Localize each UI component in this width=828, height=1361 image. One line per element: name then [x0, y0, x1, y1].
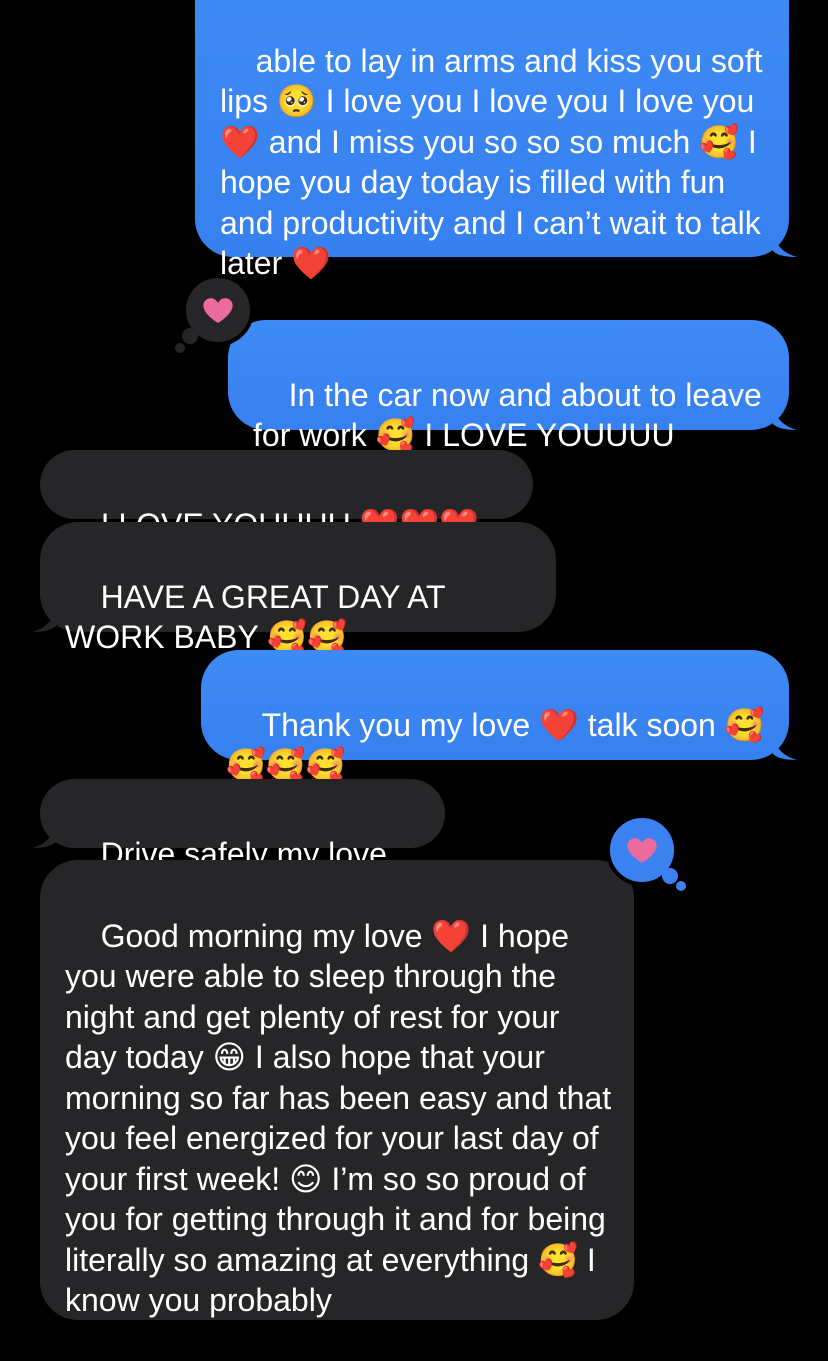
message-bubble-received[interactable]: I LOVE YOUUUU ❤️❤️❤️❤️	[40, 450, 533, 583]
message-text: HAVE A GREAT DAY AT WORK BABY 🥰🥰	[65, 578, 454, 656]
message-text: Good morning my love ❤️ I hope you were …	[65, 917, 621, 1319]
message-bubble-received[interactable]: Good morning my love ❤️ I hope you were …	[40, 860, 634, 1320]
message-bubble-received[interactable]: Drive safely my love ❤️	[32, 779, 445, 912]
message-text: Thank you my love ❤️ talk soon 🥰🥰🥰🥰	[226, 706, 765, 784]
bubble-tail	[32, 822, 56, 848]
bubble-tail	[773, 404, 797, 430]
tapback-heart-received[interactable]	[172, 274, 254, 356]
tapback-heart-sent[interactable]	[604, 814, 688, 894]
message-bubble-sent[interactable]: In the car now and about to leave for wo…	[228, 320, 797, 453]
message-thread[interactable]: able to lay in arms and kiss you soft li…	[0, 0, 828, 1320]
message-text: In the car now and about to leave for wo…	[253, 376, 771, 454]
bubble-tail	[32, 606, 56, 632]
message-bubble-sent[interactable]: able to lay in arms and kiss you soft li…	[195, 0, 797, 281]
bubble-tail	[773, 734, 797, 760]
message-text: able to lay in arms and kiss you soft li…	[220, 42, 772, 282]
heart-icon	[175, 274, 254, 353]
heart-icon	[606, 814, 686, 891]
message-bubble-sent[interactable]: Thank you my love ❤️ talk soon 🥰🥰🥰🥰	[201, 650, 797, 783]
bubble-tail	[773, 231, 797, 257]
message-bubble-received[interactable]: HAVE A GREAT DAY AT WORK BABY 🥰🥰	[32, 522, 556, 655]
